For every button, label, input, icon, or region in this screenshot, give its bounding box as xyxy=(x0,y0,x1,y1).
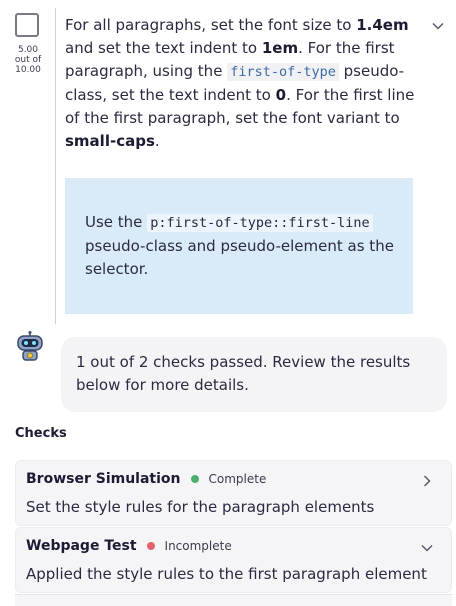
status-badge: Complete xyxy=(208,472,267,486)
robot-avatar-icon xyxy=(17,331,43,361)
hint-code: p:first-of-type::first-line xyxy=(147,214,373,232)
chevron-down-icon[interactable] xyxy=(432,20,444,32)
checks-heading: Checks xyxy=(15,426,67,441)
feedback-bubble: 1 out of 2 checks passed. Review the res… xyxy=(61,337,447,412)
check-header: Webpage Test Incomplete xyxy=(26,538,232,554)
status-dot xyxy=(190,475,199,483)
chevron-down-icon[interactable] xyxy=(421,542,433,554)
check-description: Set the style rules for the paragraph el… xyxy=(26,498,375,516)
task-panel: 5.00 out of 10.00 For all paragraphs, se… xyxy=(0,0,456,325)
inline-code: first-of-type xyxy=(227,63,339,81)
feedback-message: 1 out of 2 checks passed. Review the res… xyxy=(76,353,411,394)
check-item-webpage-test[interactable]: Webpage Test Incomplete Applied the styl… xyxy=(15,527,452,593)
check-item-browser-simulation[interactable]: Browser Simulation Complete Set the styl… xyxy=(15,460,452,526)
task-description: For all paragraphs, set the font size to… xyxy=(65,16,415,150)
check-title: Webpage Test xyxy=(26,538,137,554)
check-title: Browser Simulation xyxy=(26,471,181,487)
task-score: 5.00 out of 10.00 xyxy=(14,45,42,75)
check-header: Browser Simulation Complete xyxy=(26,471,266,487)
check-details-panel xyxy=(15,594,452,606)
chevron-right-icon[interactable] xyxy=(421,475,433,487)
hint-text: Use the p:first-of-type::first-line pseu… xyxy=(85,213,394,278)
task-checkbox-icon[interactable] xyxy=(15,13,39,37)
check-description: Applied the style rules to the first par… xyxy=(26,565,427,583)
hint-box: Use the p:first-of-type::first-line pseu… xyxy=(65,178,413,314)
task-divider xyxy=(55,8,56,324)
status-dot xyxy=(146,542,155,550)
status-badge: Incomplete xyxy=(164,539,232,553)
